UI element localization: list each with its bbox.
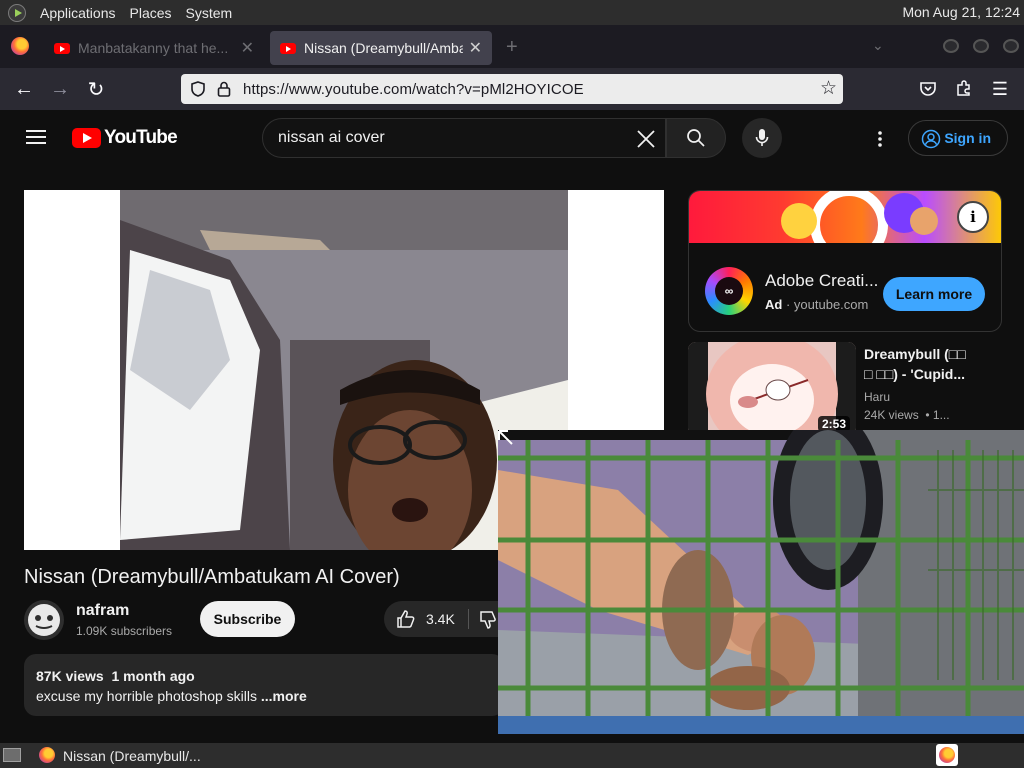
subscriber-count: 1.09K subscribers [76, 624, 173, 638]
taskbar-window-title[interactable]: Nissan (Dreamybull/... [63, 748, 201, 764]
clear-search-icon[interactable] [637, 130, 655, 148]
panel-menus: Applications Places System [8, 3, 233, 22]
youtube-header: YouTube nissan ai cover Sign in [0, 110, 1024, 166]
tab-title: Manbatakanny that he... [78, 40, 229, 56]
upload-age: 1 month ago [111, 668, 195, 684]
thumbs-down-icon[interactable] [480, 611, 496, 629]
nav-bar: ← → ↻ https://www.youtube.com/watch?v=pM… [0, 68, 1024, 110]
hamburger-menu-icon[interactable]: ☰ [988, 77, 1012, 101]
view-count: 87K views [36, 668, 104, 684]
close-tab-icon[interactable]: ✕ [241, 38, 254, 58]
workspace-switcher[interactable] [936, 744, 958, 766]
avatar-icon [28, 604, 60, 636]
minimize-icon[interactable] [943, 39, 959, 53]
suggested-title[interactable]: Dreamybull (□□ □ □□) - 'Cupid... [864, 344, 994, 384]
firefox-icon [39, 747, 55, 763]
pip-resize-icon[interactable] [498, 430, 514, 446]
forward-arrow-icon[interactable]: → [48, 77, 72, 101]
thumbs-up-icon [397, 610, 415, 628]
suggested-title-line2: □ □□) - 'Cupid... [864, 366, 966, 382]
back-arrow-icon[interactable]: ← [12, 77, 36, 101]
places-menu[interactable]: Places [130, 5, 172, 21]
tab-inactive[interactable]: Manbatakanny that he... ✕ [44, 31, 264, 65]
ad-domain: youtube.com [793, 297, 869, 312]
description-text: excuse my horrible photoshop skills [36, 688, 257, 704]
suggested-thumbnail[interactable]: 2:53 [688, 342, 856, 436]
settings-dots-icon[interactable] [877, 130, 883, 148]
show-more-link[interactable]: ...more [261, 688, 307, 704]
system-menu[interactable]: System [186, 5, 233, 21]
tab-title: Nissan (Dreamybull/Ambatu [304, 40, 463, 56]
picture-in-picture-window[interactable] [498, 430, 1024, 734]
adobe-cc-logo-icon[interactable]: ∞ [705, 267, 753, 315]
channel-name[interactable]: nafram [76, 602, 129, 620]
guide-menu-icon[interactable] [26, 129, 46, 145]
lock-icon[interactable] [217, 81, 231, 97]
maximize-icon[interactable] [973, 39, 989, 53]
workspace-firefox-icon [939, 747, 955, 763]
learn-more-button[interactable]: Learn more [883, 277, 985, 311]
voice-search-button[interactable] [742, 118, 782, 158]
url-text: https://www.youtube.com/watch?v=pMl2HOYI… [243, 80, 584, 98]
reload-icon[interactable]: ↻ [84, 77, 108, 101]
list-tabs-icon[interactable]: ⌄ [872, 37, 884, 54]
search-button[interactable] [666, 118, 726, 158]
bookmark-star-icon[interactable]: ☆ [820, 77, 837, 100]
like-button[interactable]: 3.4K [384, 601, 500, 637]
suggested-age: • 1... [925, 408, 950, 422]
account-icon [921, 129, 941, 149]
bottom-taskbar: Nissan (Dreamybull/... [0, 743, 1024, 768]
view-stats: 87K views 1 month ago [36, 666, 492, 686]
ad-badge: Ad [765, 297, 783, 312]
ad-banner-image[interactable]: i [689, 191, 1001, 264]
ad-banner-art [781, 191, 938, 264]
suggested-views: 24K views [864, 408, 919, 422]
close-tab-icon[interactable]: ✕ [469, 38, 482, 58]
suggested-channel: Haru [864, 390, 891, 404]
like-divider [468, 609, 469, 629]
pocket-icon[interactable] [919, 80, 937, 98]
video-title: Nissan (Dreamybull/Ambatukam AI Cover) [24, 566, 400, 588]
top-panel: Applications Places System Mon Aug 21, 1… [0, 0, 1024, 25]
tab-active[interactable]: Nissan (Dreamybull/Ambatu ✕ [270, 31, 492, 65]
tab-strip: Manbatakanny that he... ✕ Nissan (Dreamy… [0, 25, 1024, 68]
applications-menu[interactable]: Applications [40, 5, 116, 21]
youtube-favicon-icon [280, 42, 296, 54]
sign-in-button[interactable]: Sign in [908, 120, 1008, 156]
adobe-cc-inner: ∞ [715, 277, 743, 305]
like-count: 3.4K [426, 611, 455, 627]
sign-in-label: Sign in [944, 130, 991, 146]
suggested-meta: 24K views • 1... [864, 408, 950, 422]
gnome-foot-icon[interactable] [8, 3, 26, 22]
search-input[interactable]: nissan ai cover [262, 118, 666, 158]
ad-meta: Ad · youtube.com [765, 297, 869, 312]
description-box[interactable]: 87K views 1 month ago excuse my horrible… [24, 654, 504, 716]
microphone-icon [755, 129, 769, 146]
info-icon[interactable]: i [957, 201, 989, 233]
url-bar[interactable]: https://www.youtube.com/watch?v=pMl2HOYI… [181, 74, 843, 104]
extensions-icon[interactable] [955, 79, 973, 97]
subscribe-button[interactable]: Subscribe [200, 601, 295, 637]
search-icon [687, 129, 705, 147]
pip-video-image [498, 430, 1024, 734]
ad-title: Adobe Creati... [765, 271, 879, 290]
ad-card[interactable]: i ∞ Adobe Creati... Ad · youtube.com Lea… [688, 190, 1002, 332]
youtube-logo-text: YouTube [104, 127, 178, 148]
youtube-play-icon [72, 128, 101, 148]
suggested-title-line1: Dreamybull (□□ [864, 346, 966, 362]
show-desktop-icon[interactable] [3, 748, 21, 762]
channel-avatar[interactable] [24, 600, 64, 640]
description-line: excuse my horrible photoshop skills ...m… [36, 686, 492, 706]
search-query: nissan ai cover [278, 129, 385, 146]
panel-clock[interactable]: Mon Aug 21, 12:24 [902, 4, 1020, 20]
youtube-logo[interactable]: YouTube [72, 127, 178, 149]
shield-icon[interactable] [190, 81, 206, 97]
firefox-view-icon[interactable] [11, 37, 29, 55]
youtube-favicon-icon [54, 42, 70, 54]
new-tab-icon[interactable]: + [506, 36, 518, 59]
close-window-icon[interactable] [1003, 39, 1019, 53]
